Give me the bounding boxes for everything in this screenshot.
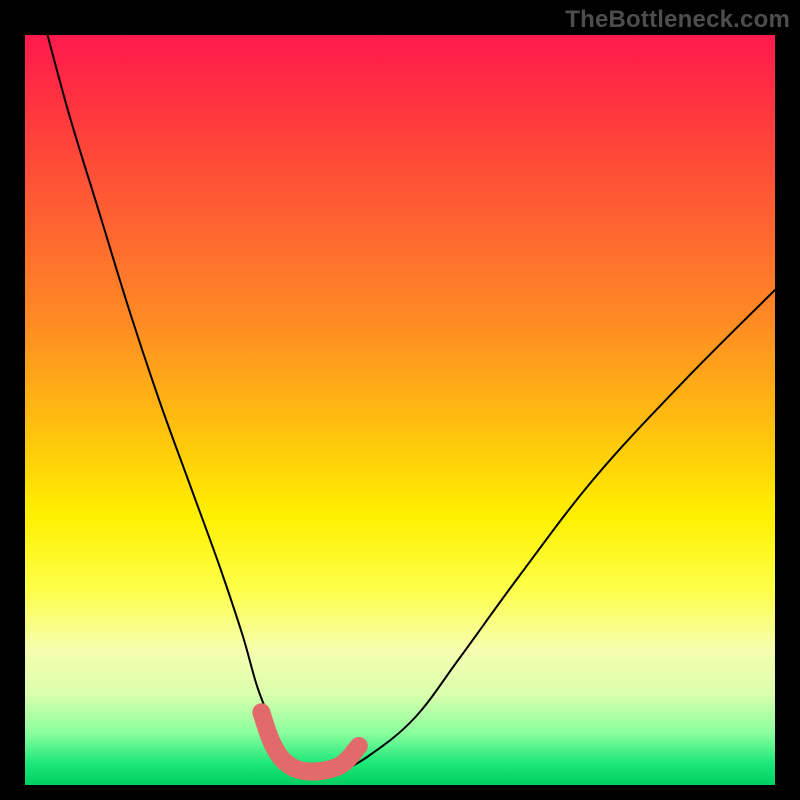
chart-container: TheBottleneck.com xyxy=(0,0,800,800)
watermark-text: TheBottleneck.com xyxy=(565,6,790,34)
curve-layer xyxy=(25,35,775,785)
optimal-range-marker xyxy=(261,712,359,771)
plot-frame xyxy=(25,35,775,785)
bottleneck-curve xyxy=(48,35,776,772)
plot-area xyxy=(25,35,775,785)
